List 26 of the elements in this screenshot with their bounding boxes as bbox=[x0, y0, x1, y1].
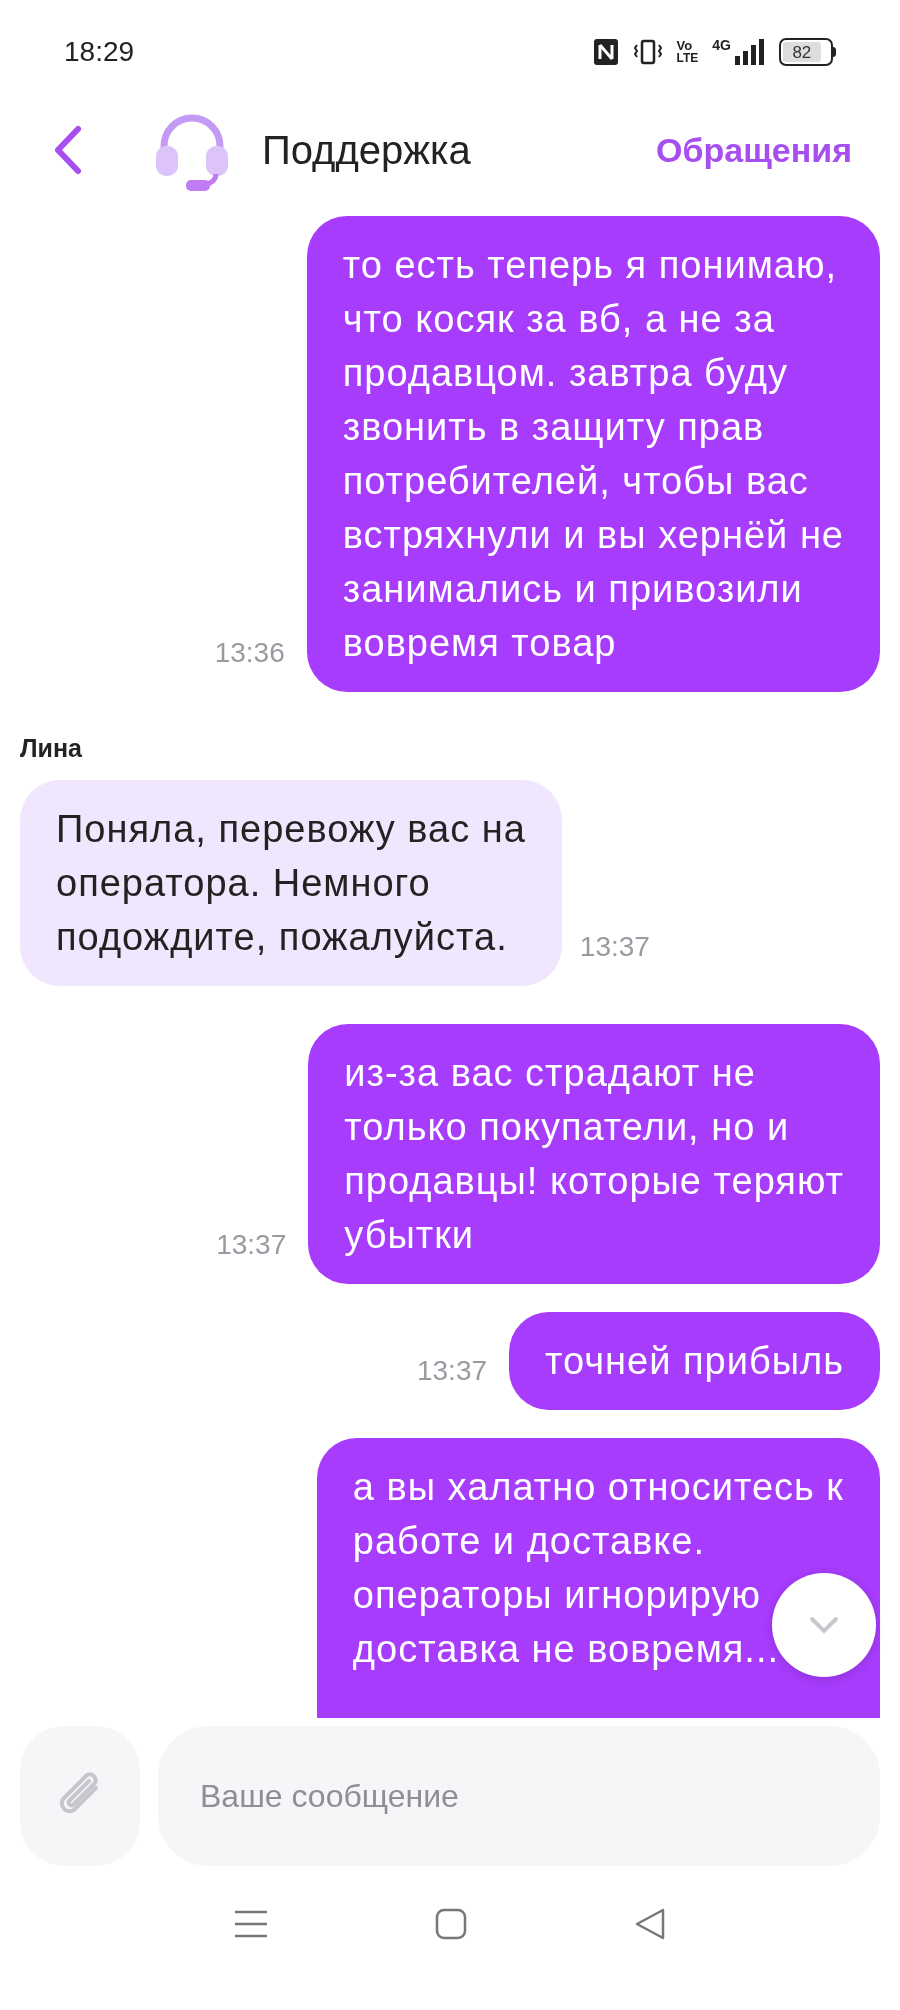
chat-title: Поддержка bbox=[262, 127, 471, 174]
back-icon bbox=[52, 125, 84, 175]
requests-link[interactable]: Обращения bbox=[656, 124, 852, 176]
outgoing-message: точней прибыль bbox=[509, 1311, 880, 1410]
message-time: 13:37 bbox=[416, 1353, 488, 1388]
outgoing-message: а вы халатно относитесь к работе и доставке. операторы игнорирую доставка не вовремя... bbox=[316, 1437, 880, 1718]
signal-icon bbox=[733, 38, 765, 66]
message-time: 13:37 bbox=[216, 1227, 287, 1262]
network-label: 4G bbox=[712, 38, 731, 52]
nfc-icon bbox=[592, 38, 619, 66]
author-name: Лина bbox=[20, 733, 82, 764]
outgoing-message: то есть теперь я понимаю, что косяк за вб, а не за продавцом. завтра буду звонить в защиту прав потребителей, чтобы вас встряхнули и вы хернёй не занимались и привозили вовремя товар bbox=[306, 216, 880, 692]
volte-label: Vo bbox=[676, 39, 694, 52]
status-time: 18:29 bbox=[64, 35, 135, 69]
incoming-message: Поняла, перевожу вас на оператора. Немного подождите, пожалуйста. bbox=[20, 779, 562, 986]
message-field[interactable]: Ваше сообщение bbox=[158, 1726, 880, 1866]
message-time: 13:37 bbox=[579, 929, 650, 964]
battery-icon: 82 bbox=[779, 38, 836, 66]
back-nav-icon[interactable] bbox=[634, 1908, 667, 1940]
home-icon[interactable] bbox=[435, 1908, 467, 1940]
chevron-down-icon bbox=[809, 1616, 839, 1634]
vibrate-icon bbox=[632, 38, 663, 66]
outgoing-message: из-за вас страдают не только покупатели, но и продавцы! которые теряют убытки bbox=[308, 1023, 880, 1284]
message-time: 13:36 bbox=[214, 636, 285, 670]
menu-icon[interactable] bbox=[233, 1909, 268, 1939]
volte-label: LTE bbox=[676, 52, 699, 65]
